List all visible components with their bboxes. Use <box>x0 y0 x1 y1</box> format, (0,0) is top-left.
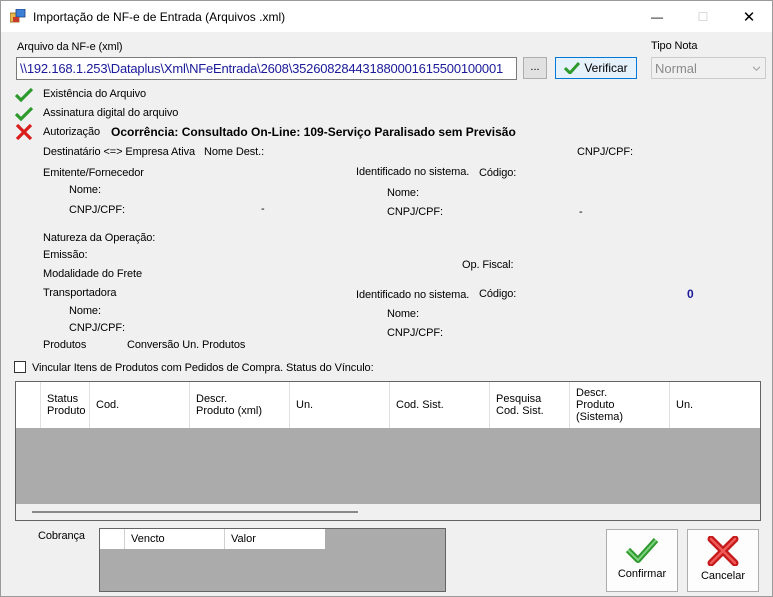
cancelar-label: Cancelar <box>700 570 746 582</box>
transportadora-sis-nome-label: Nome: <box>387 308 419 320</box>
browse-button[interactable]: ... <box>523 57 547 79</box>
emitente-identificado: Identificado no sistema. <box>356 166 470 178</box>
close-button[interactable]: ✕ <box>726 1 772 32</box>
col-cod[interactable]: Cod. <box>90 382 190 428</box>
tipo-nota-value: Normal <box>655 61 697 76</box>
verify-label: Verificar <box>584 61 628 75</box>
grid-row-header <box>16 382 41 428</box>
confirmar-label: Confirmar <box>617 568 667 580</box>
maximize-icon: ☐ <box>697 9 709 24</box>
emitente-sis-cnpj-label: CNPJ/CPF: <box>387 206 443 218</box>
emitente-cnpj-label: CNPJ/CPF: <box>69 204 125 216</box>
confirmar-button[interactable]: Confirmar <box>606 529 678 592</box>
cancel-x-icon <box>707 536 739 566</box>
ocorrencia-text: Ocorrência: Consultado On-Line: 109-Serv… <box>111 125 516 139</box>
transportadora-codigo-label: Código: <box>479 288 517 300</box>
verify-button[interactable]: Verificar <box>555 57 637 79</box>
checkmark-icon <box>564 62 581 74</box>
transportadora-codigo-value: 0 <box>687 287 694 301</box>
col-pesquisa-cod-sist[interactable]: Pesquisa Cod. Sist. <box>490 382 570 428</box>
file-path-input[interactable]: \\192.168.1.253\Dataplus\Xml\NFeEntrada\… <box>16 57 517 80</box>
scrollbar-thumb[interactable] <box>32 511 358 513</box>
col-un-2[interactable]: Un. <box>670 382 760 428</box>
emitente-cnpj-value: - <box>261 203 265 215</box>
vincular-checkbox[interactable] <box>14 361 26 373</box>
file-path-value: \\192.168.1.253\Dataplus\Xml\NFeEntrada\… <box>20 61 504 76</box>
tipo-nota-select[interactable]: Normal <box>651 57 766 79</box>
checkmark-icon <box>625 537 659 563</box>
cobranca-header: Vencto Valor <box>100 529 325 549</box>
emissao-label: Emissão: <box>43 249 88 261</box>
close-icon: ✕ <box>742 8 756 26</box>
emitente-sis-cnpj-value: - <box>579 206 583 218</box>
emitente-sis-nome-label: Nome: <box>387 187 419 199</box>
import-nfe-window: Importação de NF-e de Entrada (Arquivos … <box>0 0 773 597</box>
nome-dest-label: Nome Dest.: <box>204 146 265 158</box>
col-status-produto[interactable]: Status Produto <box>41 382 90 428</box>
check-existencia-icon <box>15 87 33 103</box>
cancelar-button[interactable]: Cancelar <box>687 529 759 592</box>
transportadora-identificado: Identificado no sistema. <box>356 289 470 301</box>
col-un[interactable]: Un. <box>290 382 390 428</box>
emitente-label: Emitente/Fornecedor <box>43 167 144 179</box>
conversao-un-link[interactable]: Conversão Un. Produtos <box>127 339 245 351</box>
produtos-label: Produtos <box>43 339 87 351</box>
grid-header: Status Produto Cod. Descr. Produto (xml)… <box>16 382 760 428</box>
col-descr-produto-sistema[interactable]: Descr. Produto (Sistema) <box>570 382 670 428</box>
error-x-icon <box>15 124 33 140</box>
col-cod-sist[interactable]: Cod. Sist. <box>390 382 490 428</box>
check-assinatura-icon <box>15 106 33 122</box>
modalidade-frete-label: Modalidade do Frete <box>43 268 142 280</box>
vincular-label: Vincular Itens de Produtos com Pedidos d… <box>32 362 374 374</box>
products-grid[interactable]: Status Produto Cod. Descr. Produto (xml)… <box>15 381 761 521</box>
destinatario-label: Destinatário <=> Empresa Ativa <box>43 146 195 158</box>
op-fiscal-label: Op. Fiscal: <box>462 259 514 271</box>
cobranca-row-header <box>100 529 125 549</box>
autorizacao-label: Autorização <box>43 126 100 138</box>
app-icon <box>10 9 26 23</box>
chevron-down-icon <box>753 66 760 71</box>
emitente-nome-label: Nome: <box>69 184 101 196</box>
maximize-button[interactable]: ☐ <box>680 1 726 32</box>
existencia-label: Existência do Arquivo <box>43 88 147 100</box>
tipo-nota-label: Tipo Nota <box>651 40 698 52</box>
emitente-codigo-label: Código: <box>479 167 517 179</box>
cobranca-grid[interactable]: Vencto Valor <box>99 528 446 592</box>
window-title: Importação de NF-e de Entrada (Arquivos … <box>33 10 286 24</box>
col-vencto[interactable]: Vencto <box>125 529 225 549</box>
minimize-button[interactable]: — <box>634 1 680 32</box>
grid-horizontal-scrollbar[interactable] <box>16 504 760 520</box>
assinatura-label: Assinatura digital do arquivo <box>43 107 179 119</box>
cobranca-label: Cobrança <box>38 530 85 542</box>
title-bar: Importação de NF-e de Entrada (Arquivos … <box>1 1 772 32</box>
transportadora-label: Transportadora <box>43 287 117 299</box>
col-descr-produto-xml[interactable]: Descr. Produto (xml) <box>190 382 290 428</box>
transportadora-sis-cnpj-label: CNPJ/CPF: <box>387 327 443 339</box>
minimize-icon: — <box>651 9 663 24</box>
transportadora-cnpj-label: CNPJ/CPF: <box>69 322 125 334</box>
file-label: Arquivo da NF-e (xml) <box>17 41 123 53</box>
dest-cnpj-label: CNPJ/CPF: <box>577 146 633 158</box>
natureza-operacao-label: Natureza da Operação: <box>43 232 156 244</box>
col-valor[interactable]: Valor <box>225 529 325 549</box>
transportadora-nome-label: Nome: <box>69 305 101 317</box>
